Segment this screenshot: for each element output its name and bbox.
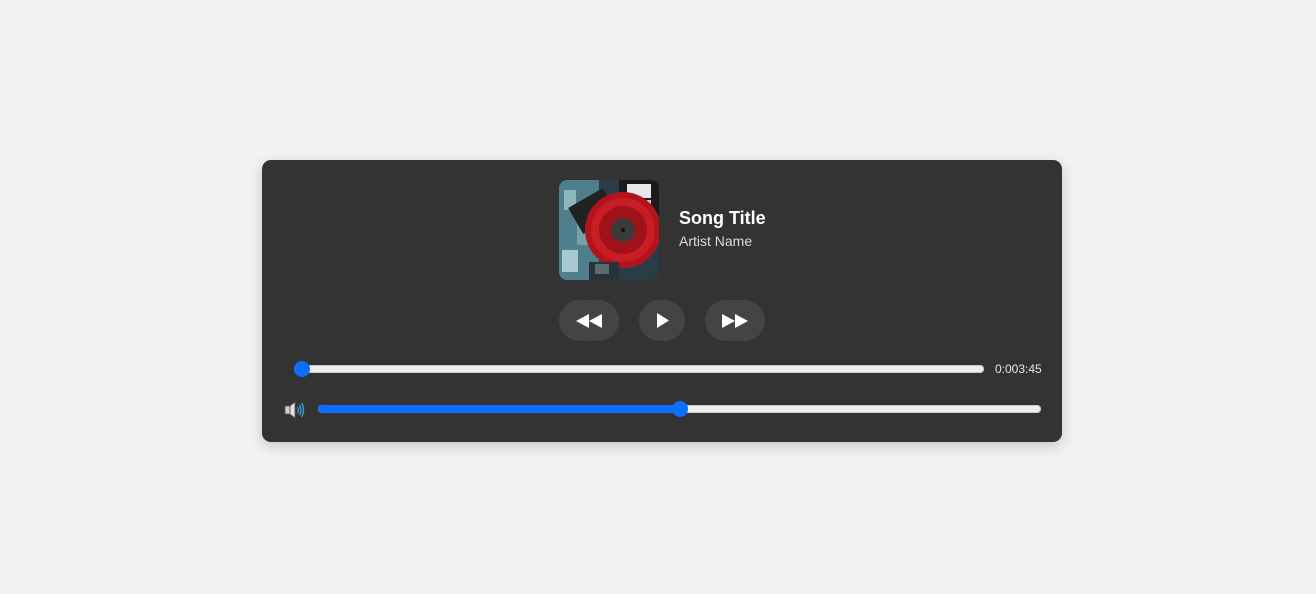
song-title: Song Title [679, 208, 766, 228]
speaker-volume-icon[interactable] [284, 400, 306, 420]
album-art-image [559, 180, 659, 280]
rewind-icon [575, 313, 603, 328]
volume-slider-thumb[interactable] [671, 401, 688, 417]
play-button[interactable] [639, 300, 685, 341]
volume-fill [318, 405, 680, 413]
play-icon [656, 313, 669, 328]
progress-slider-thumb[interactable] [294, 361, 310, 377]
fast-forward-button[interactable] [705, 300, 765, 341]
time-display: 0:003:45 [995, 362, 1042, 376]
progress-slider[interactable] [294, 361, 984, 377]
music-player: Song Title Artist Name 0:003:45 [262, 160, 1062, 442]
track-info: Song Title Artist Name [679, 207, 766, 251]
volume-slider[interactable] [318, 401, 1041, 417]
rewind-button[interactable] [559, 300, 619, 341]
fast-forward-icon [721, 313, 749, 328]
artist-name: Artist Name [679, 233, 753, 249]
